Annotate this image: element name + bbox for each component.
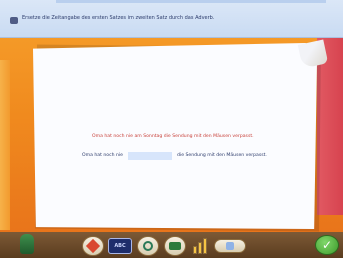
notebook-label: ABC [114, 243, 126, 249]
eraser-button[interactable] [82, 236, 104, 256]
pin-icon [10, 17, 18, 24]
answer-sentence: Oma hat noch nie die Sendung mit den Mäu… [82, 151, 267, 160]
keyboard-icon [226, 242, 234, 250]
sentence-start: Oma hat noch nie [82, 153, 123, 158]
figure-body [20, 234, 34, 254]
character-figure-icon[interactable] [18, 232, 36, 256]
stats-button[interactable] [190, 237, 210, 255]
stats-bars-icon [193, 238, 207, 254]
answer-input[interactable] [128, 151, 172, 160]
instruction-text: Ersetze die Zeitangabe des ersten Satzes… [22, 15, 215, 21]
check-icon: ✓ [321, 238, 333, 252]
instruction-bar: Ersetze die Zeitangabe des ersten Satzes… [0, 0, 343, 38]
eraser-icon [85, 238, 101, 254]
camera-icon [169, 242, 181, 250]
notebook-button[interactable]: ABC [108, 238, 132, 254]
check-button[interactable]: ✓ [315, 235, 339, 255]
keyboard-button[interactable] [214, 239, 246, 253]
sentence-end: die Sendung mit den Mäusen verpasst. [177, 153, 267, 158]
left-side-panel [0, 60, 10, 230]
instruction-bar-strip [56, 0, 326, 3]
help-button[interactable] [137, 236, 159, 256]
help-icon [143, 241, 153, 251]
example-sentence: Oma hat noch nie am Sonntag die Sendung … [92, 134, 254, 139]
camera-button[interactable] [164, 236, 186, 256]
